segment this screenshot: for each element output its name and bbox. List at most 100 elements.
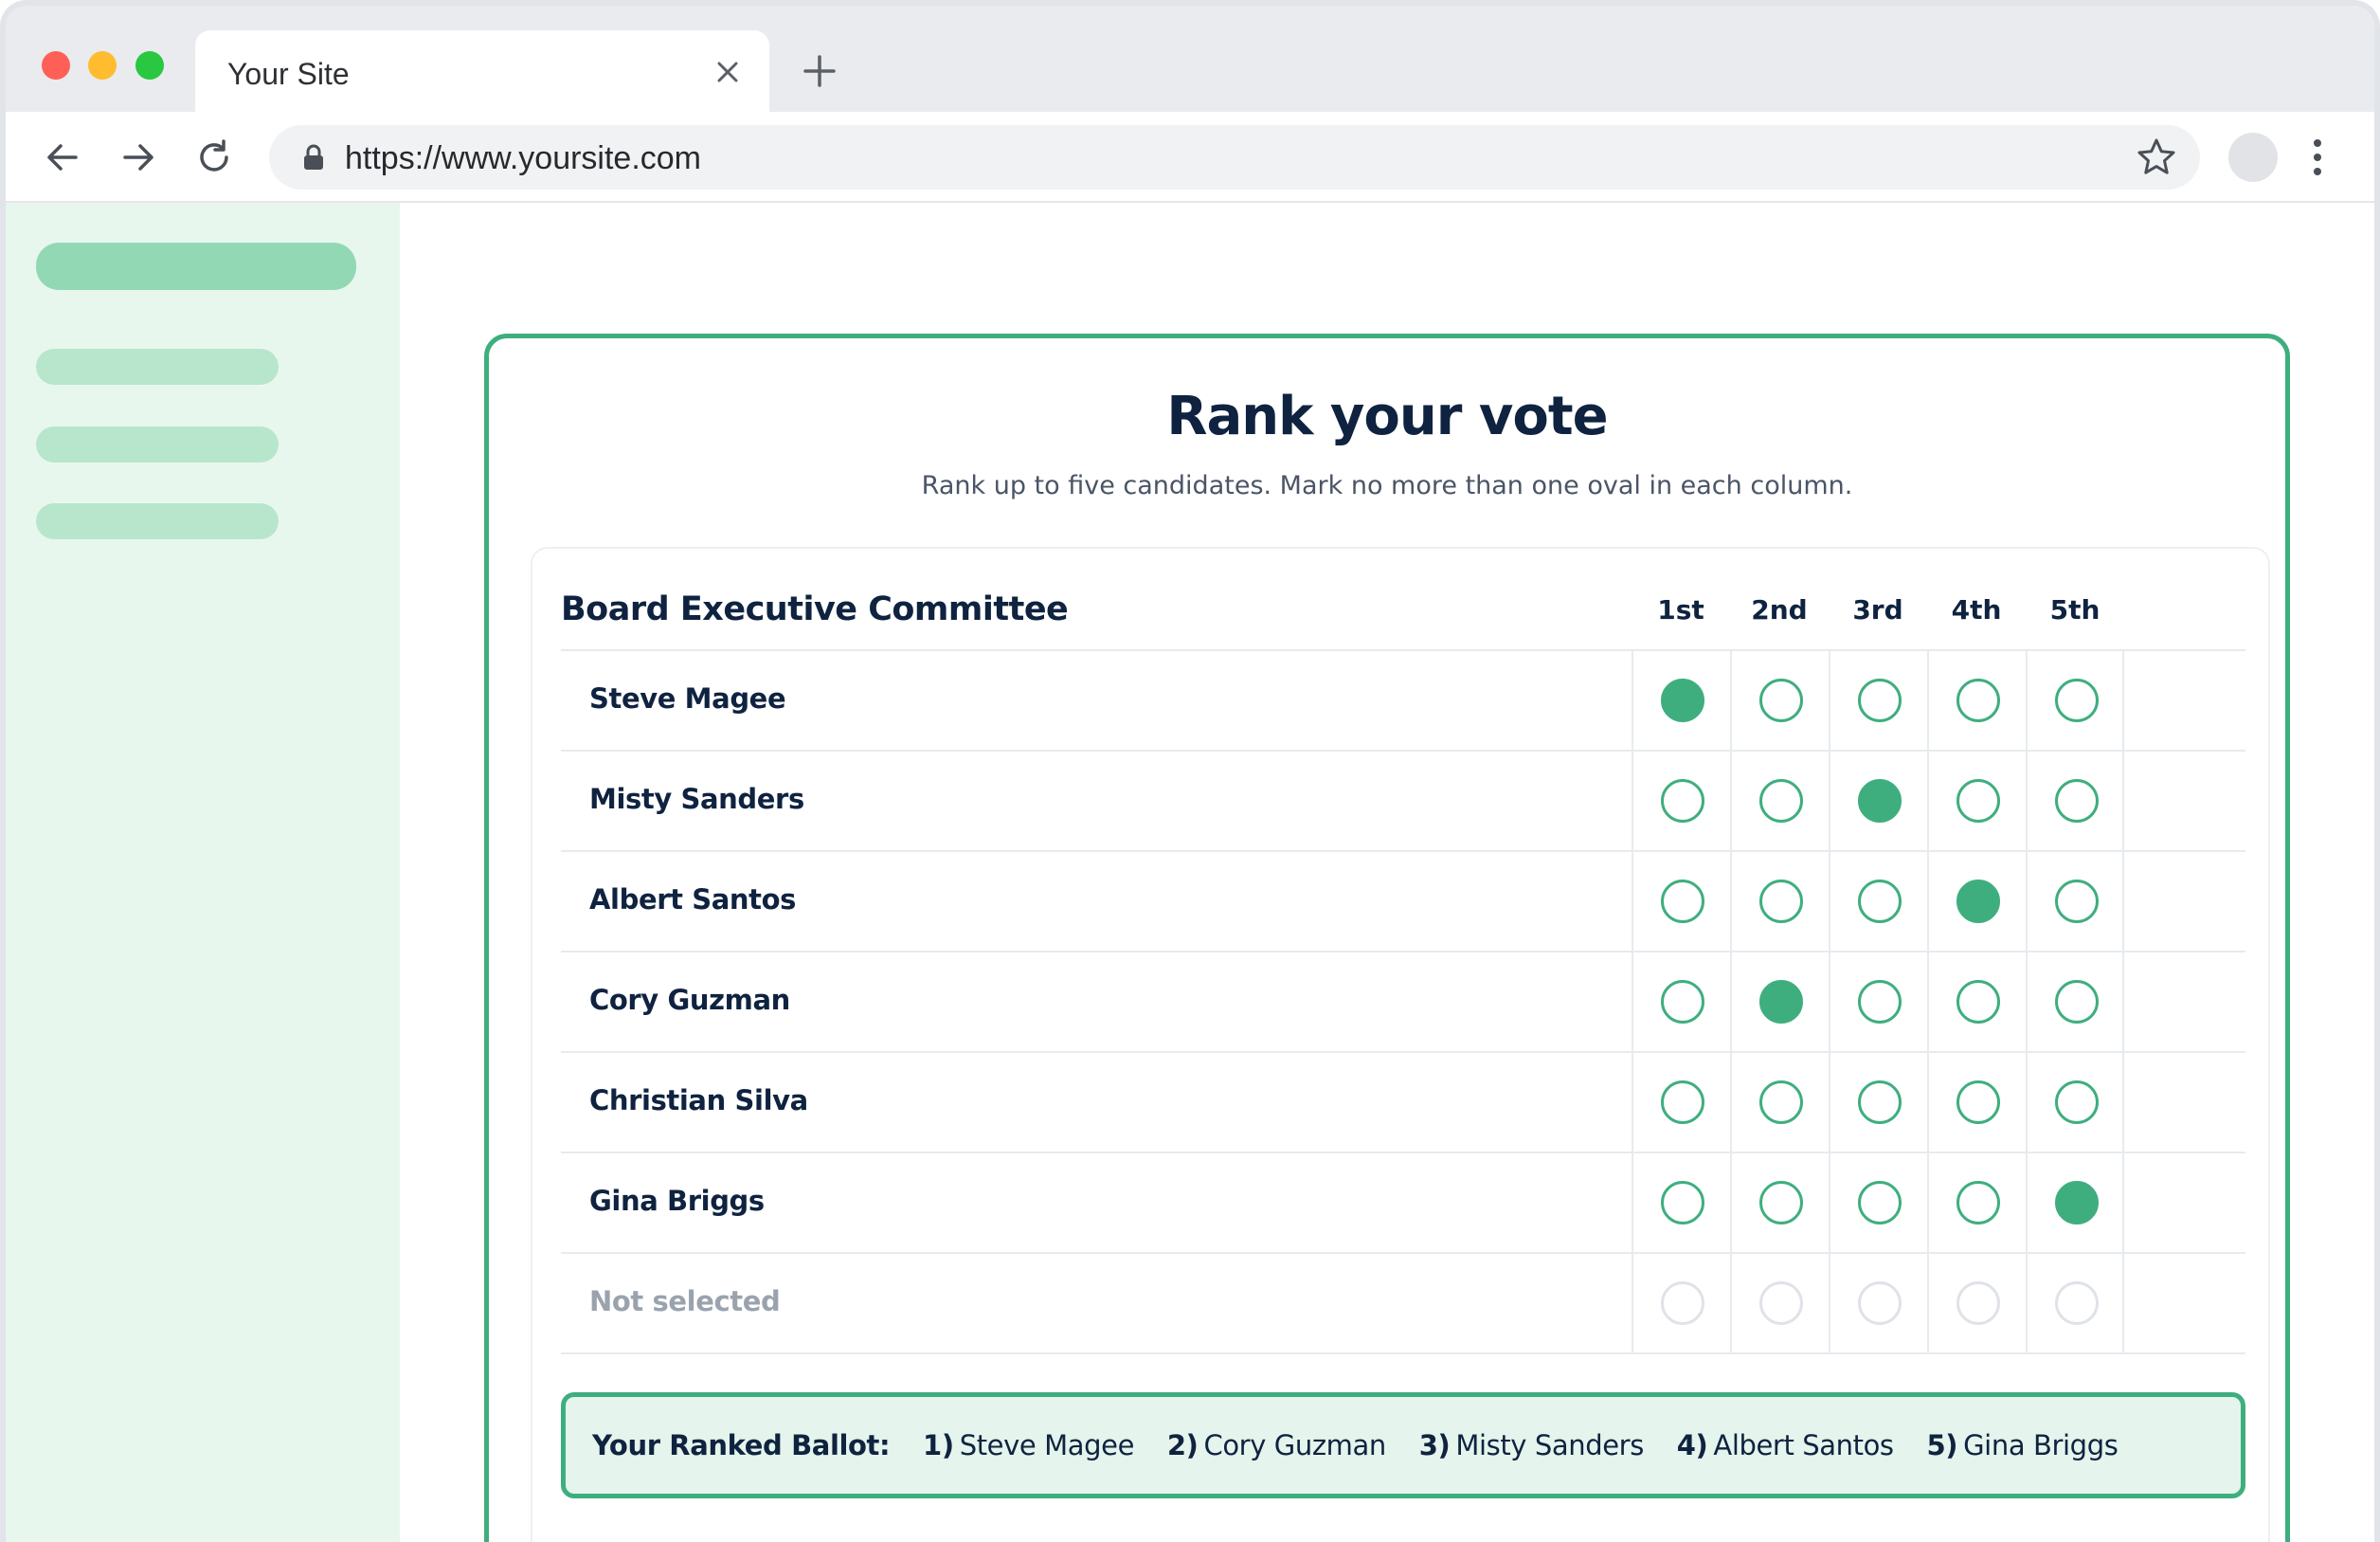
rank-cell xyxy=(1927,1254,2026,1352)
rank-oval-4th[interactable] xyxy=(1956,880,2000,923)
rank-cell xyxy=(1829,852,1927,951)
url-text: https://www.yoursite.com xyxy=(345,140,702,176)
profile-avatar[interactable] xyxy=(2228,133,2278,182)
rank-oval-1st[interactable] xyxy=(1661,1181,1704,1225)
maximize-window-button[interactable] xyxy=(135,51,164,80)
page-content: Rank your vote Rank up to five candidate… xyxy=(6,203,2374,1542)
rank-oval-5th[interactable] xyxy=(2055,1181,2099,1225)
rank-oval-3rd[interactable] xyxy=(1858,880,1902,923)
rank-oval-2nd[interactable] xyxy=(1759,1181,1803,1225)
rank-cell xyxy=(1829,1254,1927,1352)
rank-cell xyxy=(2026,1153,2124,1252)
rank-oval-2nd[interactable] xyxy=(1759,679,1803,722)
rank-cell xyxy=(1829,1053,1927,1152)
rank-cell xyxy=(1730,852,1829,951)
rank-oval-3rd[interactable] xyxy=(1858,1281,1902,1325)
tab-title: Your Site xyxy=(227,57,350,91)
ballot-summary-item: 1) Steve Magee xyxy=(923,1429,1134,1461)
rank-oval-1st[interactable] xyxy=(1661,1080,1704,1124)
ballot-candidate-name: Steve Magee xyxy=(959,1429,1135,1461)
rank-cell xyxy=(1829,752,1927,850)
ballot-rank-number: 1) xyxy=(923,1429,954,1461)
rank-cell xyxy=(1730,1254,1829,1352)
more-menu-icon[interactable] xyxy=(2310,136,2325,178)
rank-oval-1st[interactable] xyxy=(1661,980,1704,1024)
rank-oval-3rd[interactable] xyxy=(1858,1181,1902,1225)
rank-header: 1st xyxy=(1657,594,1704,626)
rank-oval-1st[interactable] xyxy=(1661,1281,1704,1325)
rank-oval-3rd[interactable] xyxy=(1858,779,1902,823)
sidebar-placeholder-item[interactable] xyxy=(36,426,279,463)
rank-cell xyxy=(1927,952,2026,1051)
rank-oval-2nd[interactable] xyxy=(1759,980,1803,1024)
rank-oval-2nd[interactable] xyxy=(1759,1281,1803,1325)
rank-oval-5th[interactable] xyxy=(2055,880,2099,923)
minimize-window-button[interactable] xyxy=(88,51,117,80)
reload-icon[interactable] xyxy=(195,138,233,176)
rank-cell xyxy=(1730,1053,1829,1152)
plus-icon[interactable] xyxy=(802,53,838,89)
rank-oval-4th[interactable] xyxy=(1956,1080,2000,1124)
candidate-row: Gina Briggs xyxy=(561,1153,2245,1254)
browser-toolbar: https://www.yoursite.com xyxy=(6,112,2374,203)
back-arrow-icon[interactable] xyxy=(44,138,81,176)
rank-oval-5th[interactable] xyxy=(2055,779,2099,823)
rank-cell xyxy=(1632,952,1730,1051)
rank-oval-4th[interactable] xyxy=(1956,779,2000,823)
candidate-name: Cory Guzman xyxy=(589,984,790,1016)
forward-arrow-icon[interactable] xyxy=(119,138,157,176)
rank-oval-4th[interactable] xyxy=(1956,1281,2000,1325)
rank-oval-4th[interactable] xyxy=(1956,980,2000,1024)
ballot-candidate-name: Albert Santos xyxy=(1713,1429,1894,1461)
browser-tab[interactable]: Your Site xyxy=(195,30,769,114)
rank-oval-5th[interactable] xyxy=(2055,1281,2099,1325)
close-icon[interactable] xyxy=(714,59,741,85)
rank-oval-1st[interactable] xyxy=(1661,679,1704,722)
rank-cell xyxy=(1632,651,1730,750)
rank-oval-5th[interactable] xyxy=(2055,980,2099,1024)
ballot-summary-item: 4) Albert Santos xyxy=(1677,1429,1894,1461)
rank-oval-2nd[interactable] xyxy=(1759,779,1803,823)
close-window-button[interactable] xyxy=(42,51,70,80)
rank-oval-2nd[interactable] xyxy=(1759,1080,1803,1124)
rank-oval-5th[interactable] xyxy=(2055,679,2099,722)
rank-oval-1st[interactable] xyxy=(1661,779,1704,823)
rank-oval-4th[interactable] xyxy=(1956,679,2000,722)
candidate-name: Christian Silva xyxy=(589,1084,808,1116)
page-title: Rank your vote xyxy=(1166,386,1608,447)
rank-cell xyxy=(1927,852,2026,951)
sidebar xyxy=(6,203,400,1542)
rank-header: 2nd xyxy=(1751,594,1808,626)
rank-cell xyxy=(1927,752,2026,850)
ballot-rank-number: 5) xyxy=(1926,1429,1958,1461)
tab-strip: Your Site xyxy=(6,6,2374,114)
rank-cell xyxy=(1730,1153,1829,1252)
lock-icon xyxy=(304,144,323,170)
rank-cell xyxy=(2026,1254,2124,1352)
ballot-rank-number: 4) xyxy=(1676,1429,1708,1461)
rank-oval-3rd[interactable] xyxy=(1858,679,1902,722)
sidebar-placeholder-item[interactable] xyxy=(36,349,279,385)
star-icon[interactable] xyxy=(2136,136,2177,178)
rank-cell xyxy=(1730,651,1829,750)
candidate-name: Albert Santos xyxy=(589,883,797,916)
sidebar-placeholder-header xyxy=(36,243,356,290)
vote-card: Rank your vote Rank up to five candidate… xyxy=(484,334,2290,1542)
candidate-row: Albert Santos xyxy=(561,852,2245,952)
rank-cell xyxy=(2026,952,2124,1051)
rank-oval-5th[interactable] xyxy=(2055,1080,2099,1124)
candidate-name: Misty Sanders xyxy=(589,783,804,815)
sidebar-placeholder-item[interactable] xyxy=(36,503,279,539)
ranked-ballot-summary: Your Ranked Ballot: 1) Steve Magee 2) Cory… xyxy=(561,1392,2245,1498)
rank-header: 3rd xyxy=(1852,594,1903,626)
rank-oval-3rd[interactable] xyxy=(1858,1080,1902,1124)
address-bar[interactable]: https://www.yoursite.com xyxy=(269,125,2200,190)
rank-oval-2nd[interactable] xyxy=(1759,880,1803,923)
rank-oval-4th[interactable] xyxy=(1956,1181,2000,1225)
ballot-rank-number: 3) xyxy=(1418,1429,1451,1461)
rank-oval-1st[interactable] xyxy=(1661,880,1704,923)
candidate-name: Gina Briggs xyxy=(589,1185,765,1217)
rank-oval-3rd[interactable] xyxy=(1858,980,1902,1024)
ballot-candidate-name: Cory Guzman xyxy=(1203,1429,1386,1461)
ballot-panel: Board Executive Committee 1st 2nd 3rd 4t… xyxy=(531,547,2270,1542)
